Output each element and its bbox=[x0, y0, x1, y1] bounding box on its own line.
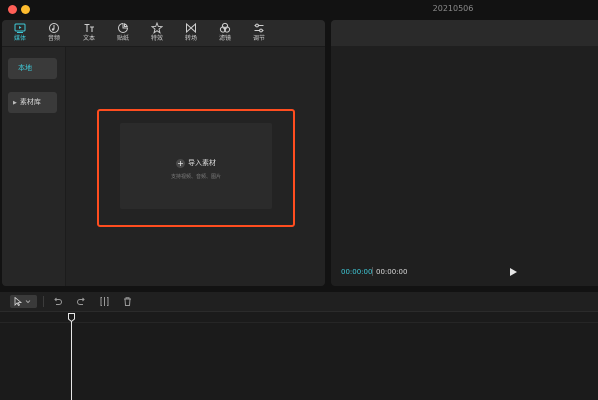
tab-label: 转场 bbox=[184, 35, 197, 42]
timeline-track-area[interactable] bbox=[0, 312, 598, 400]
select-tool-button[interactable] bbox=[10, 295, 37, 308]
import-button[interactable]: + 导入素材 bbox=[120, 158, 272, 168]
caret-right-icon: ▶ bbox=[13, 100, 17, 106]
minimize-window-button[interactable] bbox=[21, 5, 30, 14]
playhead-handle-icon[interactable] bbox=[68, 313, 75, 322]
tab-transition[interactable]: 转场 bbox=[177, 22, 205, 46]
select-tool-icon bbox=[14, 297, 31, 306]
timeline-ruler[interactable] bbox=[0, 312, 598, 323]
sidebar-item-library[interactable]: ▶ 素材库 bbox=[8, 92, 57, 113]
sidebar-item-label: 素材库 bbox=[19, 98, 41, 106]
tab-label: 滤镜 bbox=[218, 35, 231, 42]
sidebar-item-local[interactable]: 本地 bbox=[8, 58, 57, 79]
effects-icon bbox=[143, 21, 171, 34]
tab-label: 调节 bbox=[252, 35, 265, 42]
import-label: 导入素材 bbox=[188, 159, 216, 167]
import-media-dropzone[interactable]: + 导入素材 支持视频、音频、图片 bbox=[120, 123, 272, 209]
asset-toolbar: 媒体 音频 文本 贴纸 特效 转场 滤镜 调节 bbox=[2, 20, 325, 47]
tab-sticker[interactable]: 贴纸 bbox=[109, 22, 137, 46]
timeline-panel bbox=[0, 292, 598, 400]
tab-label: 贴纸 bbox=[116, 35, 129, 42]
tab-label: 文本 bbox=[82, 35, 95, 42]
current-time: 00:00:00 bbox=[341, 268, 373, 276]
tab-audio[interactable]: 音频 bbox=[40, 22, 68, 46]
timeline-toolbar bbox=[0, 292, 598, 312]
sticker-icon bbox=[109, 22, 137, 34]
transition-icon bbox=[177, 22, 205, 34]
media-sidebar: 本地 ▶ 素材库 bbox=[2, 47, 66, 286]
toolbar-divider bbox=[43, 296, 44, 307]
player-header bbox=[331, 20, 598, 46]
media-icon bbox=[6, 22, 34, 34]
title-bar: 20210506 bbox=[0, 0, 598, 20]
undo-icon[interactable] bbox=[52, 296, 63, 307]
media-content-area: + 导入素材 支持视频、音频、图片 bbox=[66, 47, 325, 286]
filter-icon bbox=[211, 22, 239, 34]
plus-icon: + bbox=[176, 158, 185, 168]
preview-player: 00:00:00 00:00:00 bbox=[331, 20, 598, 286]
tab-label: 媒体 bbox=[13, 35, 26, 42]
split-icon[interactable] bbox=[99, 296, 110, 307]
close-window-button[interactable] bbox=[8, 5, 17, 14]
tab-media[interactable]: 媒体 bbox=[6, 22, 34, 46]
delete-icon[interactable] bbox=[122, 296, 133, 307]
playhead-line bbox=[71, 320, 72, 400]
adjust-icon bbox=[245, 22, 273, 34]
media-panel: 媒体 音频 文本 贴纸 特效 转场 滤镜 调节 本地 ▶ 素材库 + 导入素材 … bbox=[2, 20, 325, 286]
tab-filter[interactable]: 滤镜 bbox=[211, 22, 239, 46]
tab-effects[interactable]: 特效 bbox=[143, 21, 171, 46]
import-highlight-frame: + 导入素材 支持视频、音频、图片 bbox=[97, 109, 295, 227]
tab-label: 特效 bbox=[150, 35, 163, 42]
tab-text[interactable]: 文本 bbox=[75, 22, 103, 46]
total-time: 00:00:00 bbox=[376, 268, 408, 276]
time-separator bbox=[372, 267, 373, 276]
import-hint: 支持视频、音频、图片 bbox=[170, 174, 221, 180]
play-icon[interactable] bbox=[508, 267, 518, 277]
tab-label: 音频 bbox=[47, 35, 60, 42]
audio-icon bbox=[40, 22, 68, 34]
tab-adjust[interactable]: 调节 bbox=[245, 22, 273, 46]
window-title: 20210506 bbox=[432, 4, 474, 13]
redo-icon[interactable] bbox=[76, 296, 87, 307]
text-icon bbox=[75, 22, 103, 34]
